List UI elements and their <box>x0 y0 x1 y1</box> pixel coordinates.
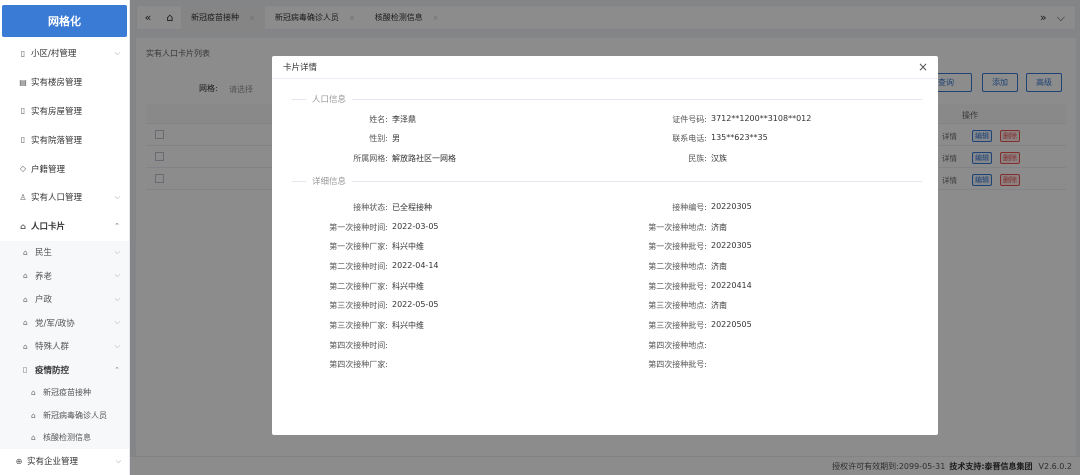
sidebar-sub-epidemic[interactable]: ▯ 疫情防控 ⌃ <box>0 358 129 382</box>
dialog-title: 卡片详情 <box>283 63 318 73</box>
enterprise-icon: ⊕ <box>15 456 23 466</box>
home-icon: ⌂ <box>23 341 28 351</box>
sidebar: 网格化 ▯ 小区/村管理 ⌵ ▤ 实有楼房管理 ▯ 实有房屋管理 ▯ 实有院落管… <box>0 0 130 475</box>
chevron-down-icon: ⌵ <box>114 318 120 327</box>
card-detail-dialog: 卡片详情 × 人口信息 姓名: 李泽鼎 证件号码: 3712**1200**31… <box>272 56 938 435</box>
field-dose2-place: 第二次接种地点: 济南 <box>648 262 727 271</box>
section-basic-info: 人口信息 <box>292 93 922 105</box>
field-dose3-batch: 第三次接种批号: 20220505 <box>648 320 752 330</box>
field-dose2-maker: 第二次接种厂家: 科兴中维 <box>329 282 424 291</box>
field-dose3-maker: 第三次接种厂家: 科兴中维 <box>329 321 424 330</box>
section-detail-info: 详细信息 <box>292 175 922 187</box>
sidebar-item-courtyards[interactable]: ▯ 实有院落管理 <box>0 125 129 154</box>
field-dose1-time: 第一次接种时间: 2022-03-05 <box>329 222 439 232</box>
document-icon: ▯ <box>20 135 26 145</box>
sidebar-item-buildings[interactable]: ▤ 实有楼房管理 <box>0 68 129 97</box>
field-phone: 联系电话: 135**623**35 <box>672 133 768 143</box>
field-ethnicity: 民族: 汉族 <box>688 154 727 163</box>
app-logo: 网格化 <box>2 5 127 37</box>
field-vaccination-status: 接种状态: 已全程接种 <box>353 203 432 212</box>
document-icon: ▯ <box>20 106 26 116</box>
home-icon: ⌂ <box>23 318 28 328</box>
field-grid: 所属网格: 解放路社区一网格 <box>353 154 456 163</box>
chevron-up-icon: ⌃ <box>114 222 120 231</box>
building-icon: ▤ <box>19 77 27 87</box>
field-dose1-batch: 第一次接种批号: 20220305 <box>648 241 752 251</box>
sidebar-item-population[interactable]: ♙ 实有人口管理 ⌵ <box>0 183 129 212</box>
chevron-up-icon: ⌃ <box>114 365 120 374</box>
field-dose2-time: 第二次接种时间: 2022-04-14 <box>329 261 439 271</box>
home-icon: ⌂ <box>20 221 26 231</box>
sidebar-sub-elderly[interactable]: ⌂ 养老 ⌵ <box>0 264 129 288</box>
field-dose4-place: 第四次接种地点: <box>648 341 707 350</box>
chevron-down-icon: ⌵ <box>114 341 120 350</box>
sidebar-sub-party[interactable]: ⌂ 党/军/政协 ⌵ <box>0 311 129 335</box>
field-dose3-place: 第三次接种地点: 济南 <box>648 301 727 310</box>
user-icon: ♙ <box>19 192 27 202</box>
home-icon: ⌂ <box>31 410 36 420</box>
field-vaccination-number: 接种编号: 20220305 <box>672 202 752 212</box>
field-dose4-time: 第四次接种时间: <box>329 341 388 350</box>
field-dose1-place: 第一次接种地点: 济南 <box>648 223 727 232</box>
sidebar-sub-household-admin[interactable]: ⌂ 户政 ⌵ <box>0 287 129 312</box>
field-dose4-batch: 第四次接种批号: <box>648 360 707 369</box>
field-dose3-time: 第三次接种时间: 2022-05-05 <box>329 300 439 310</box>
sidebar-leaf-nucleic-test[interactable]: ⌂ 核酸检测信息 <box>0 426 129 450</box>
document-icon: ▯ <box>20 48 26 58</box>
sidebar-leaf-vaccination[interactable]: ⌂ 新冠疫苗接种 <box>0 381 129 405</box>
field-id-number: 证件号码: 3712**1200**3108**012 <box>672 114 812 124</box>
chevron-down-icon: ⌵ <box>114 247 120 256</box>
sidebar-item-household[interactable]: ◇ 户籍管理 <box>0 154 129 183</box>
field-name: 姓名: 李泽鼎 <box>369 115 416 124</box>
field-gender: 性别: 男 <box>369 134 400 143</box>
sidebar-item-houses[interactable]: ▯ 实有房屋管理 <box>0 97 129 126</box>
field-dose2-batch: 第二次接种批号: 20220414 <box>648 281 752 291</box>
field-dose4-maker: 第四次接种厂家: <box>329 360 388 369</box>
chevron-down-icon: ⌵ <box>114 271 120 280</box>
home-icon: ⌂ <box>23 294 28 304</box>
sidebar-item-population-card[interactable]: ⌂ 人口卡片 ⌃ <box>0 212 129 241</box>
sidebar-sub-livelihood[interactable]: ⌂ 民生 ⌵ <box>0 240 129 265</box>
chevron-down-icon: ⌵ <box>114 294 120 303</box>
tag-icon: ◇ <box>19 164 27 174</box>
sidebar-sub-special-groups[interactable]: ⌂ 特殊人群 ⌵ <box>0 334 129 359</box>
sidebar-item-community[interactable]: ▯ 小区/村管理 ⌵ <box>0 39 129 68</box>
home-icon: ⌂ <box>31 388 36 398</box>
home-icon: ⌂ <box>31 433 36 443</box>
chevron-down-icon: ⌵ <box>115 456 121 465</box>
close-icon[interactable]: × <box>918 60 928 74</box>
sidebar-leaf-confirmed[interactable]: ⌂ 新冠病毒确诊人员 <box>0 404 129 427</box>
chevron-down-icon: ⌵ <box>114 192 120 201</box>
field-dose1-maker: 第一次接种厂家: 科兴中维 <box>329 242 424 251</box>
home-icon: ⌂ <box>23 247 28 257</box>
sidebar-item-enterprise[interactable]: ⊕ 实有企业管理 ⌵ <box>0 447 129 475</box>
dialog-header: 卡片详情 × <box>272 56 938 79</box>
chevron-down-icon: ⌵ <box>114 48 120 57</box>
home-icon: ⌂ <box>23 271 28 281</box>
document-icon: ▯ <box>23 365 28 375</box>
